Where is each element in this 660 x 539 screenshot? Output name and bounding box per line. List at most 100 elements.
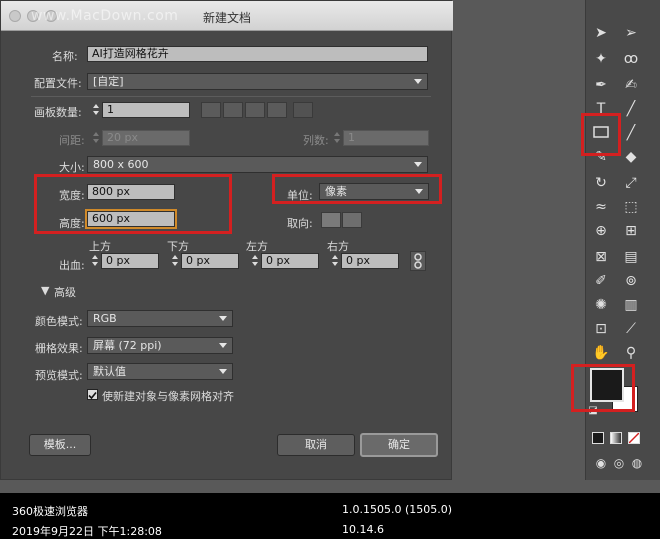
columns-input[interactable]: 1 (343, 130, 429, 146)
arrange-by-row-button[interactable] (245, 102, 265, 118)
spacing-input[interactable]: 20 px (102, 130, 190, 146)
bleed-label: 出血: (59, 259, 85, 272)
artboards-label: 画板数量: (34, 106, 82, 119)
chevron-down-icon (414, 162, 422, 167)
eraser-tool-icon[interactable]: ◆ (620, 146, 642, 168)
advanced-toggle-icon[interactable]: ▼ (41, 284, 49, 297)
bleed-left-stepper[interactable] (250, 253, 260, 269)
capture-date: 2019年9月22日 下午1:28:08 (12, 525, 162, 538)
bleed-bottom-input[interactable]: 0 px (181, 253, 239, 269)
direct-selection-tool-icon[interactable]: ➢ (620, 22, 642, 44)
column-graph-tool-icon[interactable]: ▥ (620, 294, 642, 316)
name-label: 名称: (52, 50, 78, 63)
gradient-mode-icon[interactable] (610, 432, 622, 444)
color-mode-label: 颜色模式: (35, 315, 83, 328)
perspective-grid-tool-icon[interactable]: ⊞ (620, 220, 642, 242)
symbol-sprayer-tool-icon[interactable]: ✺ (590, 294, 612, 316)
new-document-dialog: www.MacDown.com 新建文档 名称: AI打造网格花卉 配置文件: … (0, 0, 453, 480)
color-mode-select[interactable]: RGB (87, 310, 233, 327)
title-bar: www.MacDown.com 新建文档 (1, 1, 453, 31)
browser-version: 1.0.1505.0 (1505.0) (342, 503, 453, 516)
info-bar: 360极速浏览器 1.0.1505.0 (1505.0) 2019年9月22日 … (0, 493, 660, 539)
draw-inside-icon[interactable]: ◍ (626, 452, 648, 474)
curvature-tool-icon[interactable]: ✍ (620, 74, 642, 96)
mesh-tool-icon[interactable]: ⊠ (590, 246, 612, 268)
chevron-down-icon (414, 79, 422, 84)
zoom-tool-icon[interactable]: ⚲ (620, 342, 642, 364)
arrange-by-column-button[interactable] (267, 102, 287, 118)
ok-button[interactable]: 确定 (360, 433, 438, 457)
bleed-bottom-label: 下方 (167, 240, 189, 253)
cancel-button[interactable]: 取消 (277, 434, 355, 456)
spacing-label: 间距: (59, 134, 85, 147)
profile-value: [自定] (93, 75, 124, 88)
fill-swatch-highlight (571, 364, 635, 412)
gradient-tool-icon[interactable]: ▤ (620, 246, 642, 268)
align-pixel-grid-label: 使新建对象与像素网格对齐 (102, 390, 234, 403)
browser-name: 360极速浏览器 (12, 505, 88, 518)
right-to-left-button[interactable] (293, 102, 313, 118)
tools-panel: ➤ ➢ ✦ ꝏ ✒ ✍ T ╱ ╱ ✎ ◆ ↻ ⤢ ≈ ⬚ ⊕ ⊞ ⊠ ▤ ✐ … (571, 0, 660, 480)
none-mode-icon[interactable] (628, 432, 640, 444)
hand-tool-icon[interactable]: ✋ (590, 342, 612, 364)
size-select[interactable]: 800 x 600 (87, 156, 428, 173)
grid-by-column-button[interactable] (223, 102, 243, 118)
name-input[interactable]: AI打造网格花卉 (87, 46, 428, 62)
chevron-down-icon (219, 343, 227, 348)
spacing-stepper[interactable] (91, 130, 101, 146)
raster-effects-select[interactable]: 屏幕 (72 ppi) (87, 337, 233, 354)
shape-builder-tool-icon[interactable]: ⊕ (590, 220, 612, 242)
bleed-bottom-stepper[interactable] (170, 253, 180, 269)
preview-mode-select[interactable]: 默认值 (87, 363, 233, 380)
bleed-top-stepper[interactable] (90, 253, 100, 269)
color-mode-value: RGB (93, 312, 117, 325)
blend-tool-icon[interactable]: ⊚ (620, 270, 642, 292)
portrait-button[interactable] (321, 212, 341, 228)
rotate-tool-icon[interactable]: ↻ (590, 172, 612, 194)
orientation-label: 取向: (287, 217, 313, 230)
bleed-left-input[interactable]: 0 px (261, 253, 319, 269)
artboards-input[interactable]: 1 (102, 102, 190, 118)
chevron-down-icon (219, 369, 227, 374)
eyedropper-tool-icon[interactable]: ✐ (590, 270, 612, 292)
color-mode-icon[interactable] (592, 432, 604, 444)
preview-mode-value: 默认值 (93, 365, 126, 378)
landscape-button[interactable] (342, 212, 362, 228)
link-bleed-icon[interactable] (410, 251, 426, 271)
columns-stepper[interactable] (332, 130, 342, 146)
rectangle-tool-highlight (581, 113, 621, 156)
pen-tool-icon[interactable]: ✒ (590, 74, 612, 96)
advanced-toggle-label[interactable]: 高级 (54, 284, 76, 300)
selection-tool-icon[interactable]: ➤ (590, 22, 612, 44)
scale-tool-icon[interactable]: ⤢ (620, 172, 642, 194)
align-pixel-grid-checkbox[interactable] (87, 389, 98, 400)
lasso-tool-icon[interactable]: ꝏ (620, 48, 642, 70)
window-title: 新建文档 (202, 11, 251, 25)
free-transform-tool-icon[interactable]: ⬚ (620, 196, 642, 218)
raster-effects-label: 栅格效果: (35, 342, 83, 355)
artboard-tool-icon[interactable]: ⊡ (590, 318, 612, 340)
profile-label: 配置文件: (34, 77, 82, 90)
paintbrush-tool-icon[interactable]: ╱ (620, 122, 642, 144)
bleed-right-stepper[interactable] (330, 253, 340, 269)
columns-label: 列数: (303, 134, 329, 147)
bleed-left-label: 左方 (246, 240, 268, 253)
width-tool-icon[interactable]: ≈ (590, 196, 612, 218)
slice-tool-icon[interactable]: ⟋ (620, 318, 642, 340)
profile-select[interactable]: [自定] (87, 73, 428, 90)
line-tool-icon[interactable]: ╱ (620, 98, 642, 120)
grid-by-row-button[interactable] (201, 102, 221, 118)
width-height-highlight (34, 174, 232, 234)
templates-button[interactable]: 模板... (29, 434, 91, 456)
magic-wand-tool-icon[interactable]: ✦ (590, 48, 612, 70)
raster-effects-value: 屏幕 (72 ppi) (93, 339, 162, 352)
units-highlight (272, 174, 442, 204)
artboards-stepper[interactable] (91, 102, 101, 118)
bleed-top-input[interactable]: 0 px (101, 253, 159, 269)
bleed-right-input[interactable]: 0 px (341, 253, 399, 269)
os-version: 10.14.6 (342, 523, 384, 536)
chevron-down-icon (219, 316, 227, 321)
size-label: 大小: (59, 161, 85, 174)
preview-mode-label: 预览模式: (35, 369, 83, 382)
size-value: 800 x 600 (93, 158, 149, 171)
